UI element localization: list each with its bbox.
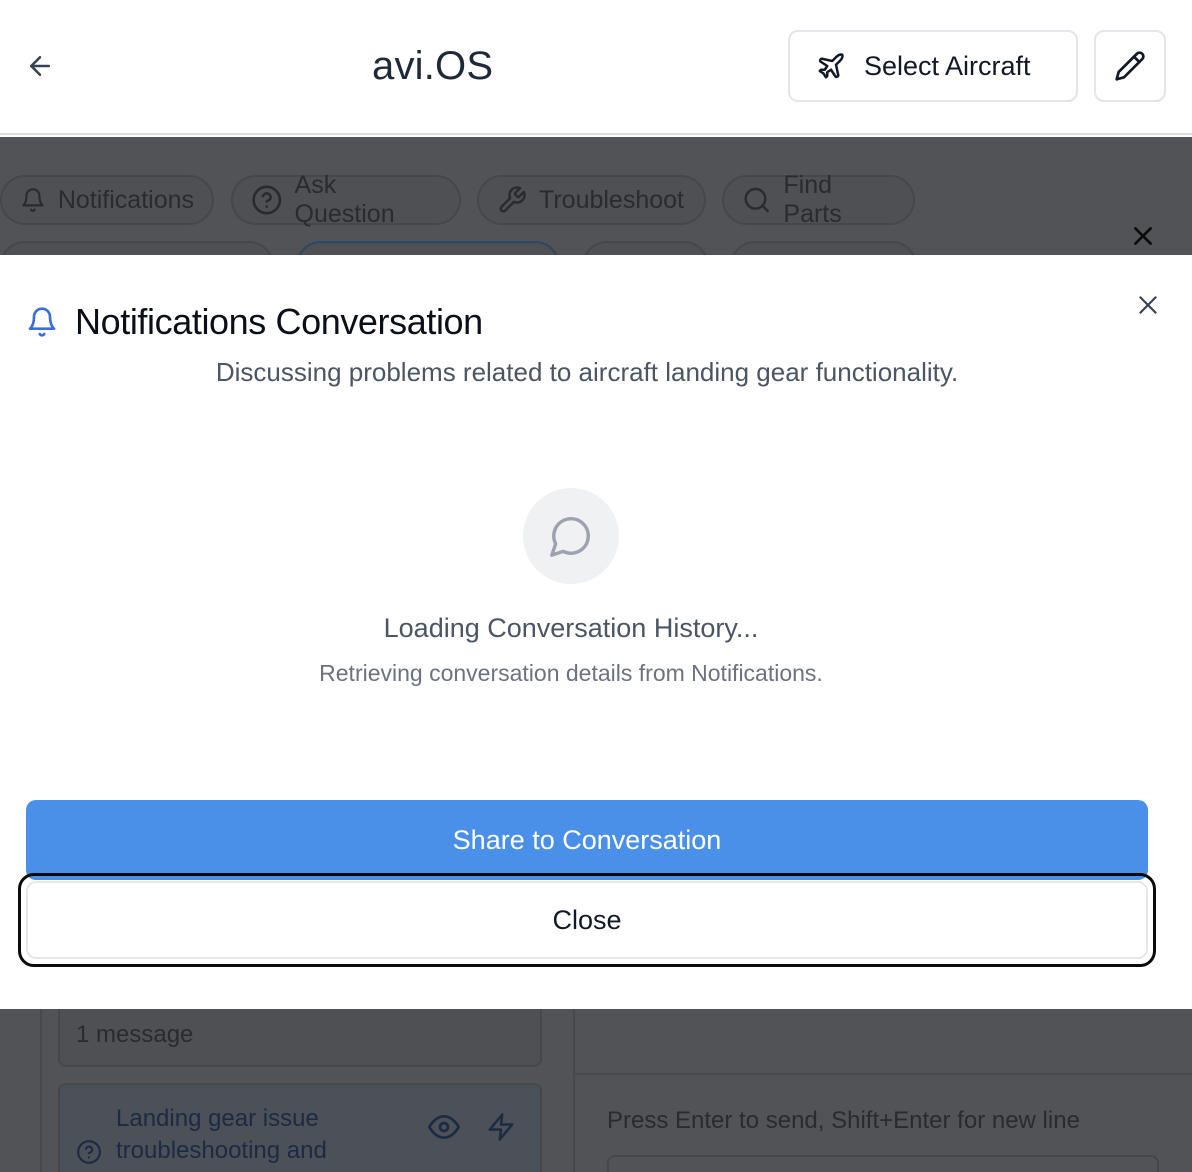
pencil-icon xyxy=(1115,51,1145,81)
top-header: avi.OS Select Aircraft xyxy=(0,0,1192,135)
overlay-top: Notifications Ask Question Troubleshoot … xyxy=(0,137,1192,255)
conversation-modal: Notifications Conversation Discussing pr… xyxy=(0,255,1192,1009)
chip-troubleshoot: Troubleshoot xyxy=(477,175,706,225)
loading-indicator xyxy=(523,488,619,584)
search-icon xyxy=(744,187,769,213)
background-close-icon xyxy=(1128,221,1158,251)
chat-bubble-icon xyxy=(550,517,590,557)
background-conversation-card: Landing gear issue troubleshooting and xyxy=(58,1083,542,1172)
wrench-icon xyxy=(499,186,526,213)
chip-row2-2 xyxy=(296,241,560,255)
plane-icon xyxy=(818,53,844,79)
background-input-hint: Press Enter to send, Shift+Enter for new… xyxy=(607,1107,1080,1134)
chip-ask-question: Ask Question xyxy=(231,171,461,228)
bell-icon xyxy=(28,307,56,337)
app-title: avi.OS xyxy=(372,44,494,88)
background-message-input xyxy=(607,1155,1159,1172)
loading-title: Loading Conversation History... xyxy=(383,613,759,643)
question-circle-icon xyxy=(252,185,282,215)
eye-icon xyxy=(428,1111,460,1148)
bell-icon xyxy=(22,188,44,212)
arrow-left-icon xyxy=(30,56,50,76)
chip-row2-3 xyxy=(582,241,709,255)
share-to-conversation-button[interactable]: Share to Conversation xyxy=(26,800,1148,880)
chip-row2-1 xyxy=(0,241,274,255)
question-circle-icon xyxy=(76,1139,102,1170)
background-message-count: 1 message xyxy=(58,1009,542,1067)
overlay-bottom: 1 message Landing gear issue troubleshoo… xyxy=(0,1009,1192,1172)
chip-notifications: Notifications xyxy=(0,175,214,225)
lightning-icon xyxy=(486,1111,516,1148)
background-divider xyxy=(575,1073,1192,1075)
modal-bell-icon xyxy=(26,305,58,344)
modal-title: Notifications Conversation xyxy=(75,301,483,342)
close-button[interactable]: Close xyxy=(26,881,1148,959)
chip-label: Troubleshoot xyxy=(539,185,684,214)
modal-description: Discussing problems related to aircraft … xyxy=(215,357,959,387)
close-icon xyxy=(1134,227,1152,245)
select-aircraft-button[interactable]: Select Aircraft xyxy=(788,30,1078,102)
close-icon xyxy=(1139,296,1157,314)
chip-label: Ask Question xyxy=(294,171,395,228)
chip-row2-4 xyxy=(730,241,917,255)
edit-button[interactable] xyxy=(1094,30,1166,102)
loading-subtitle: Retrieving conversation details from Not… xyxy=(319,660,823,686)
modal-close-button[interactable] xyxy=(1130,287,1166,323)
chip-label: Notifications xyxy=(57,185,194,214)
app-page: avi.OS Select Aircraft Notifications Ask… xyxy=(0,0,1192,1172)
chip-label: Find Parts xyxy=(783,171,842,228)
back-button[interactable] xyxy=(22,48,58,84)
background-card-title: Landing gear issue troubleshooting and xyxy=(116,1105,327,1164)
chip-find-parts: Find Parts xyxy=(722,171,915,228)
select-aircraft-label: Select Aircraft xyxy=(864,50,1031,81)
